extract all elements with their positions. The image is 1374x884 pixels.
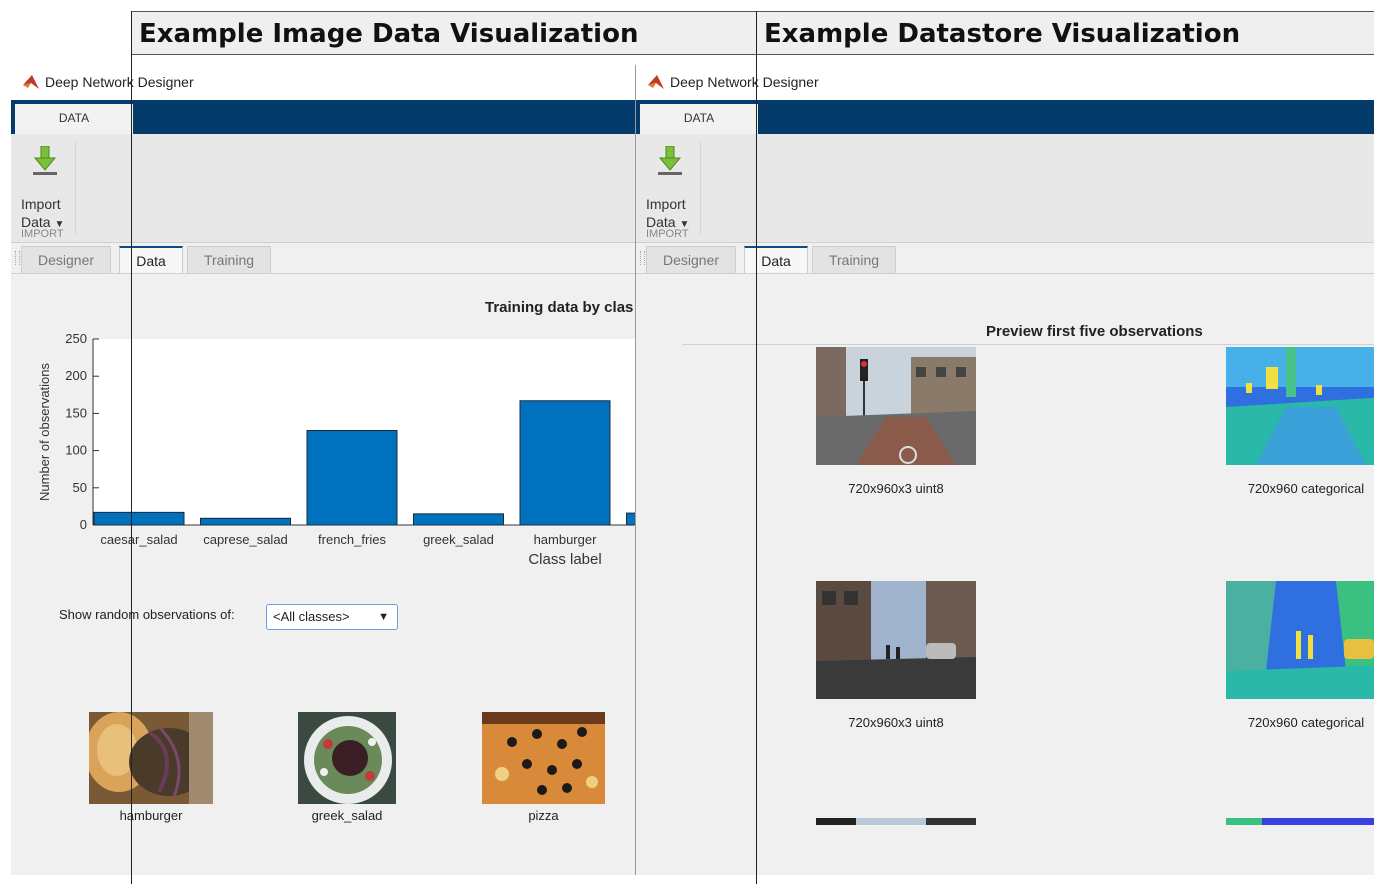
x-tick-label: greek_salad xyxy=(423,532,494,547)
header-datastore: Example Datastore Visualization xyxy=(756,11,1374,55)
street-photo xyxy=(816,347,976,465)
class-select[interactable]: <All classes> ▼ xyxy=(266,604,398,630)
segmentation-map xyxy=(1226,581,1374,699)
tab-designer[interactable]: Designer xyxy=(21,246,111,273)
bar xyxy=(93,511,185,526)
y-tick-label: 50 xyxy=(73,480,87,495)
observation-image-3 xyxy=(816,815,976,825)
left-app-window: Deep Network Designer DATA Import Data ▼… xyxy=(11,65,635,875)
segmentation-map xyxy=(1226,347,1374,465)
tab-data[interactable]: Data xyxy=(744,246,808,273)
observation-label-image-1 xyxy=(1226,347,1374,465)
observation-label-caption-1: 720x960 categorical xyxy=(1247,481,1365,496)
ribbon-bar: DATA xyxy=(11,100,635,134)
window-title: Deep Network Designer xyxy=(45,74,194,90)
x-tick-label: hamburger xyxy=(534,532,598,547)
header-image-data-text: Example Image Data Visualization xyxy=(139,19,639,49)
observation-label-caption-2: 720x960 categorical xyxy=(1247,715,1365,730)
preview-divider xyxy=(682,344,1374,345)
observation-image-2 xyxy=(816,581,976,699)
download-icon xyxy=(658,146,682,175)
observation-caption-2: 720x960x3 uint8 xyxy=(848,715,944,730)
greek-salad-photo xyxy=(298,712,396,804)
window-title: Deep Network Designer xyxy=(670,74,819,90)
import-section-label: IMPORT xyxy=(646,228,689,240)
class-distribution-chart: 0 50 100 150 200 250 Number of observations cae… xyxy=(37,331,635,568)
document-tabs: Designer Data Training xyxy=(636,243,1374,274)
class-select-value: <All classes> xyxy=(273,609,350,624)
y-tick-label: 0 xyxy=(80,517,87,532)
bar xyxy=(306,430,398,526)
preview-title: Preview first five observations xyxy=(986,323,1203,340)
y-tick-label: 100 xyxy=(65,443,87,458)
show-random-label: Show random observations of: xyxy=(59,607,235,622)
observation-image-1 xyxy=(816,347,976,465)
toolstrip: Import Data ▼ IMPORT xyxy=(11,134,635,243)
observation-label-image-2 xyxy=(1226,581,1374,699)
document-tabs: Designer Data Training xyxy=(11,243,635,274)
ribbon-tab-data[interactable]: DATA xyxy=(15,104,133,134)
observation-caption-1: 720x960x3 uint8 xyxy=(848,481,944,496)
x-axis-label: Class label xyxy=(528,551,601,568)
chart-title: Training data by clas xyxy=(485,299,634,316)
import-data-button[interactable]: Import Data ▼ xyxy=(644,146,702,232)
street-photo xyxy=(816,581,976,699)
column-divider-right xyxy=(756,11,757,884)
x-tick-label: caesar_salad xyxy=(100,532,177,547)
y-tick-label: 150 xyxy=(65,405,87,420)
tab-data[interactable]: Data xyxy=(119,246,183,273)
tab-training[interactable]: Training xyxy=(812,246,896,273)
y-axis-label: Number of observations xyxy=(37,362,52,501)
x-tick-label: french_fries xyxy=(318,532,386,547)
observation-label-image-3 xyxy=(1226,815,1374,825)
bar xyxy=(413,513,504,526)
title-bar: Deep Network Designer xyxy=(636,65,1374,100)
sample-image-greek-salad xyxy=(298,712,396,804)
grip-icon xyxy=(15,251,20,265)
header-image-data: Example Image Data Visualization xyxy=(131,11,756,55)
sample-caption-hamburger: hamburger xyxy=(119,808,183,823)
bar xyxy=(200,517,291,526)
import-data-button[interactable]: Import Data ▼ xyxy=(19,146,77,232)
bar-partial xyxy=(626,512,635,526)
x-tick-label: caprese_salad xyxy=(203,532,288,547)
tab-designer[interactable]: Designer xyxy=(646,246,736,273)
toolstrip-separator xyxy=(700,142,701,234)
toolstrip: Import Data ▼ IMPORT xyxy=(636,134,1374,243)
segmentation-map xyxy=(1226,818,1374,825)
matlab-logo-icon xyxy=(648,75,664,89)
import-section-label: IMPORT xyxy=(21,228,64,240)
sample-image-pizza xyxy=(482,712,605,804)
y-tick-label: 250 xyxy=(65,331,87,346)
street-photo xyxy=(816,818,976,825)
hamburger-photo xyxy=(89,712,213,804)
sample-caption-pizza: pizza xyxy=(528,808,559,823)
column-divider-left xyxy=(131,11,132,884)
grip-icon xyxy=(640,251,645,265)
import-label: Import xyxy=(646,196,686,212)
y-tick-label: 200 xyxy=(65,368,87,383)
ribbon-bar: DATA xyxy=(636,100,1374,134)
title-bar: Deep Network Designer xyxy=(11,65,635,100)
bar xyxy=(519,400,611,526)
sample-caption-greek-salad: greek_salad xyxy=(311,808,383,823)
tab-training[interactable]: Training xyxy=(187,246,271,273)
right-app-window: Deep Network Designer DATA Import Data ▼… xyxy=(635,65,1374,875)
sample-image-hamburger xyxy=(89,712,213,804)
matlab-logo-icon xyxy=(23,75,39,89)
import-label: Import xyxy=(21,196,61,212)
chevron-down-icon: ▼ xyxy=(378,611,389,623)
toolstrip-separator xyxy=(75,142,76,234)
ribbon-tab-data[interactable]: DATA xyxy=(640,104,758,134)
download-icon xyxy=(33,146,57,175)
pizza-photo xyxy=(482,712,605,804)
header-datastore-text: Example Datastore Visualization xyxy=(764,19,1241,49)
